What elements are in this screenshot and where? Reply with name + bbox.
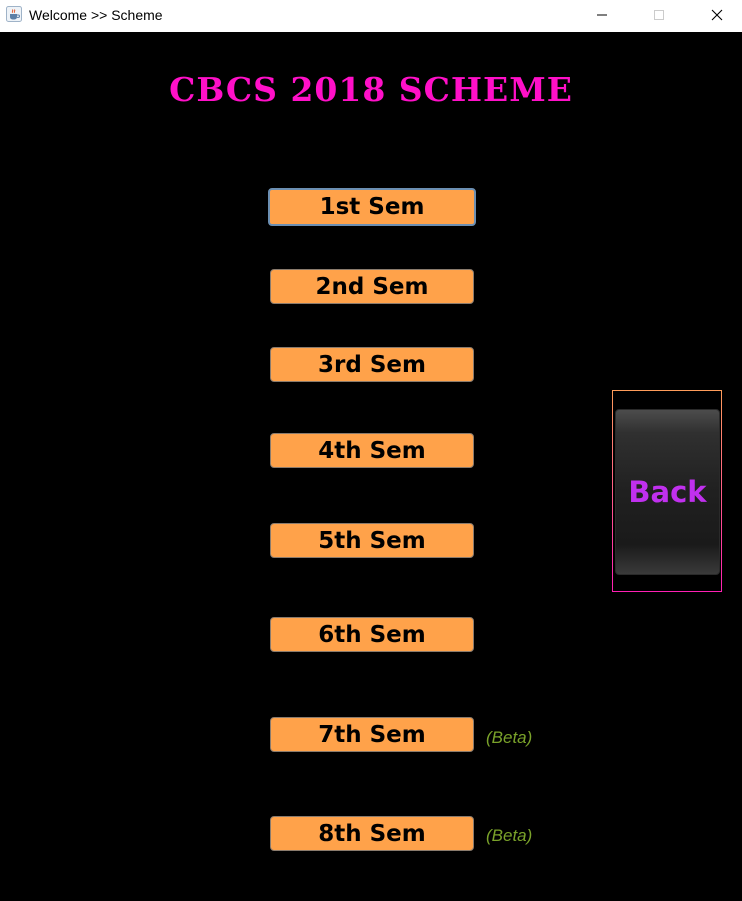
minimize-icon xyxy=(596,6,608,25)
sem-7-beta-label: (Beta) xyxy=(486,728,533,747)
sem-1-button[interactable]: 1st Sem xyxy=(268,188,476,226)
maximize-icon xyxy=(653,6,665,25)
sem-4-button[interactable]: 4th Sem xyxy=(270,433,474,468)
minimize-button[interactable] xyxy=(579,0,625,30)
back-button[interactable]: Back xyxy=(615,409,720,575)
close-button[interactable] xyxy=(694,0,740,30)
sem-6-button[interactable]: 6th Sem xyxy=(270,617,474,652)
title-bar: Welcome >> Scheme xyxy=(0,0,742,32)
sem-7-button[interactable]: 7th Sem xyxy=(270,717,474,752)
page-title: CBCS 2018 SCHEME xyxy=(169,70,573,109)
sem-3-button[interactable]: 3rd Sem xyxy=(270,347,474,382)
sem-5-button[interactable]: 5th Sem xyxy=(270,523,474,558)
window-title: Welcome >> Scheme xyxy=(29,7,163,23)
sem-8-button[interactable]: 8th Sem xyxy=(270,816,474,851)
maximize-button[interactable] xyxy=(636,0,682,30)
java-cup-icon xyxy=(6,6,22,22)
sem-8-beta-label: (Beta) xyxy=(486,826,533,845)
sem-2-button[interactable]: 2nd Sem xyxy=(270,269,474,304)
close-icon xyxy=(711,6,723,25)
scheme-window: Welcome >> Scheme CBCS 2018 SCHEME 1st S… xyxy=(0,0,742,901)
